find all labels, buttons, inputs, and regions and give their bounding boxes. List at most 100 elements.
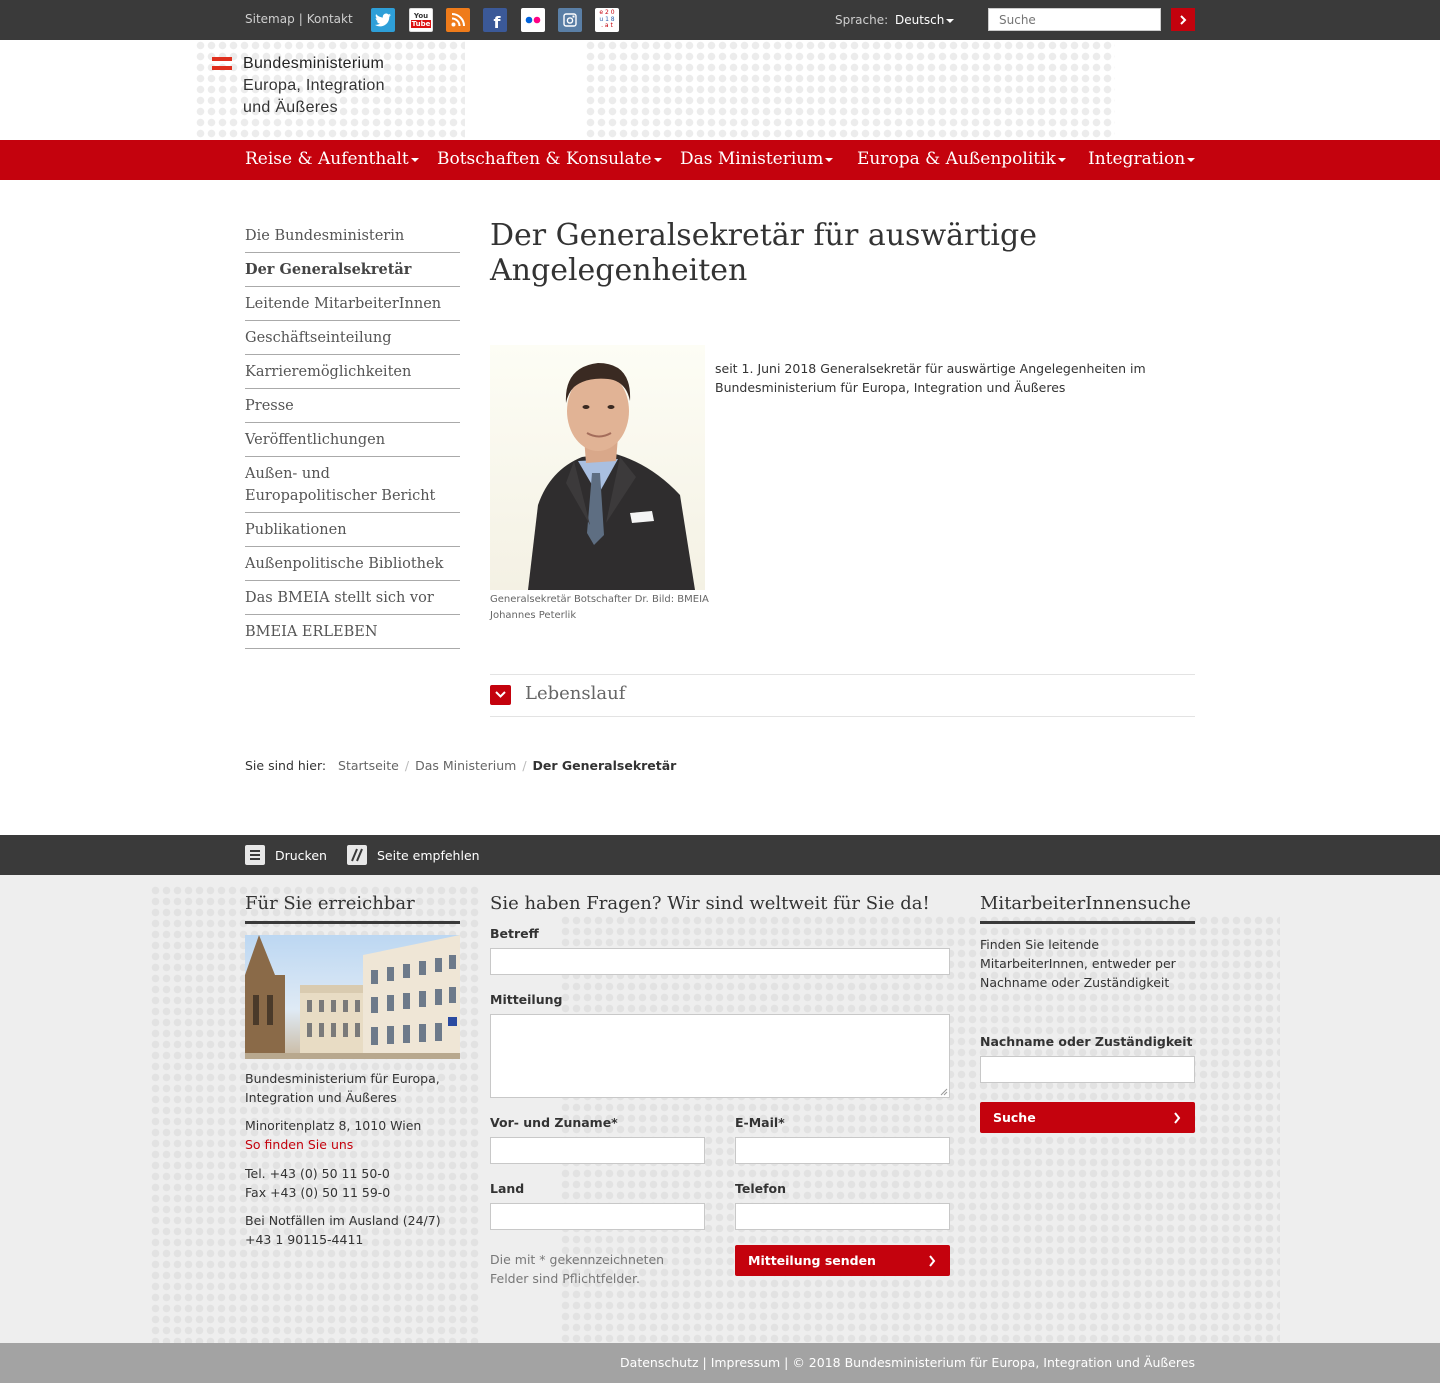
chevron-down-icon[interactable] [490,685,511,705]
footer-heading-reachable: Für Sie erreichbar [245,893,415,914]
recommend-link[interactable]: Seite empfehlen [377,848,480,863]
rss-icon[interactable] [446,8,470,32]
sidebar-item-leitende-mitarbeiter[interactable]: Leitende MitarbeiterInnen [245,287,460,321]
top-links: Sitemap | Kontakt [245,12,353,26]
footer-heading-contact: Sie haben Fragen? Wir sind weltweit für … [490,893,930,914]
send-message-label: Mitteilung senden [748,1253,876,1268]
footer-emergency-number: +43 1 90115-4411 [245,1232,364,1247]
chevron-right-icon [929,1255,936,1267]
nav-item-integration[interactable]: Integration [1088,149,1196,169]
subject-input[interactable] [490,948,950,975]
breadcrumb: Sie sind hier: Startseite / Das Ministeriu… [245,758,676,773]
footer-org-name: Bundesministerium für Europa, Integratio… [245,1071,440,1105]
country-input[interactable] [490,1203,705,1230]
youtube-icon[interactable]: You Tube [409,8,433,32]
flickr-icon[interactable] [521,8,545,32]
site-header [0,40,1440,140]
twitter-icon[interactable] [371,8,395,32]
chevron-right-icon [1180,14,1187,25]
share-icon[interactable] [347,845,367,865]
sidebar-item-generalsekretaer[interactable]: Der Generalsekretär [245,253,460,287]
sidebar-item-veroeffentlichungen[interactable]: Veröffentlichungen [245,423,460,457]
nav-item-botschaften[interactable]: Botschaften & Konsulate [437,149,662,169]
instagram-icon[interactable] [558,8,582,32]
message-label: Mitteilung [490,992,563,1007]
chevron-down-icon [1187,157,1196,162]
sidebar-item-bmeia-erleben[interactable]: BMEIA ERLEBEN [245,615,460,649]
breadcrumb-separator: / [522,758,527,773]
page-title: Der Generalsekretär für auswärtige Angel… [490,218,1037,288]
search-button[interactable] [1171,8,1195,31]
nav-label: Das Ministerium [680,149,824,169]
logo-line-3[interactable]: und Äußeres [243,99,338,117]
sidebar-item-bundesministerin[interactable]: Die Bundesministerin [245,219,460,253]
top-bar: Sitemap | Kontakt You Tube f e 2 0u 1 8. a … [0,0,1440,40]
sidebar-item-bericht[interactable]: Außen- und Europapolitischer Bericht [245,457,460,513]
name-input[interactable] [490,1137,705,1164]
staff-search-intro: Finden Sie leitende MitarbeiterInnen, en… [980,937,1176,990]
breadcrumb-current: Der Generalsekretär [532,758,677,773]
nav-label: Europa & Außenpolitik [857,149,1056,169]
print-link[interactable]: Drucken [275,848,327,863]
chevron-down-icon [946,18,955,23]
message-textarea[interactable] [490,1014,950,1098]
lead-text: seit 1. Juni 2018 Generalsekretär für au… [715,361,1146,395]
portrait-photo [490,345,705,590]
chevron-down-icon [410,157,419,162]
resize-handle-icon[interactable] [940,1088,948,1096]
chevron-down-icon [653,157,662,162]
sidebar-item-bibliothek[interactable]: Außenpolitische Bibliothek [245,547,460,581]
main-navigation: Reise & Aufenthalt Botschaften & Konsula… [0,140,1440,180]
nav-item-europa[interactable]: Europa & Außenpolitik [857,149,1066,169]
austria-flag-icon[interactable] [212,57,232,70]
breadcrumb-separator: / [404,758,410,773]
nav-item-ministerium[interactable]: Das Ministerium [680,149,834,169]
sidebar-item-geschaeftseinteilung[interactable]: Geschäftseinteilung [245,321,460,355]
map-pattern [585,40,1115,140]
email-label: E-Mail* [735,1115,785,1130]
staff-search-button-label: Suche [993,1110,1036,1125]
print-icon[interactable] [245,845,265,865]
footer-address: Minoritenplatz 8, 1010 Wien [245,1118,422,1133]
logo-line-1[interactable]: Bundesministerium [243,55,384,73]
bottom-bar: Datenschutz | Impressum | © 2018 Bundesm… [0,1343,1440,1383]
heading-underline [245,921,460,924]
sitemap-link[interactable]: Sitemap [245,12,295,26]
name-label: Vor- und Zuname* [490,1115,618,1130]
nav-label: Integration [1088,149,1186,169]
facebook-icon[interactable]: f [483,8,507,32]
staff-search-label: Nachname oder Zuständigkeit [980,1034,1193,1049]
eu2018-icon[interactable]: e 2 0u 1 8. a t [595,8,619,32]
footer-heading-staff-search: MitarbeiterInnensuche [980,893,1191,914]
breadcrumb-item-ministerium[interactable]: Das Ministerium [415,758,516,773]
logo-line-2[interactable]: Europa, Integration [243,77,385,95]
directions-link[interactable]: So finden Sie uns [245,1137,353,1152]
sidebar-item-publikationen[interactable]: Publikationen [245,513,460,547]
chevron-down-icon [825,157,834,162]
phone-label: Telefon [735,1181,787,1196]
photo-caption: Generalsekretär Botschafter Dr. Bild: BM… [490,594,709,621]
legal-links[interactable]: Datenschutz | Impressum | © 2018 Bundesm… [620,1355,1195,1370]
sidebar-item-presse[interactable]: Presse [245,389,460,423]
sidebar-item-karriere[interactable]: Karrieremöglichkeiten [245,355,460,389]
search-input[interactable] [988,8,1161,31]
breadcrumb-item-startseite[interactable]: Startseite [338,758,399,773]
phone-input[interactable] [735,1203,950,1230]
separator: | [298,12,303,26]
send-message-button[interactable]: Mitteilung senden [735,1245,950,1276]
language-label: Sprache: [835,13,889,27]
nav-item-reise[interactable]: Reise & Aufenthalt [245,149,419,169]
language-select[interactable]: Deutsch [895,13,955,27]
language-value: Deutsch [895,13,945,27]
sidebar-item-bmeia-vorstellung[interactable]: Das BMEIA stellt sich vor [245,581,460,615]
divider [490,674,1195,675]
nav-label: Reise & Aufenthalt [245,149,409,169]
staff-search-button[interactable]: Suche [980,1102,1195,1133]
building-photo [245,935,460,1059]
chevron-right-icon [1174,1112,1181,1124]
email-input[interactable] [735,1137,950,1164]
staff-search-input[interactable] [980,1056,1195,1083]
accordion-lebenslauf[interactable]: Lebenslauf [525,683,625,704]
breadcrumb-label: Sie sind hier: [245,758,327,773]
kontakt-link[interactable]: Kontakt [307,12,353,26]
